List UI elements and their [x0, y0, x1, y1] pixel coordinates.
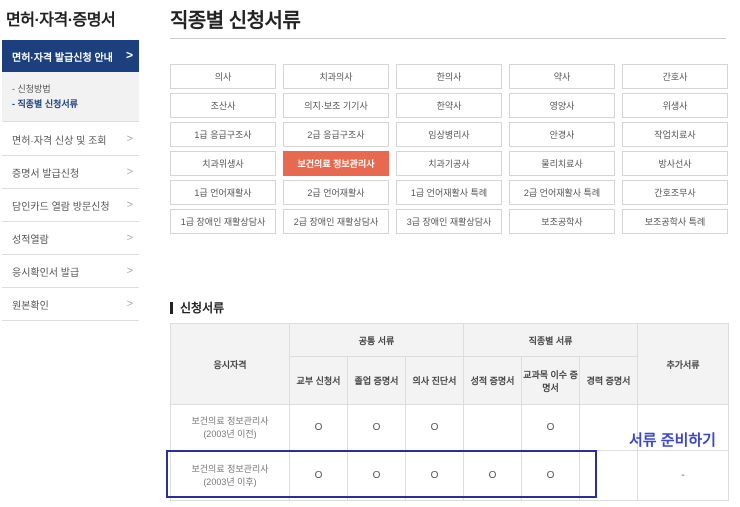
cell-mark: O	[347, 450, 406, 501]
cell-mark	[579, 450, 639, 501]
chevron-right-icon: >	[126, 133, 133, 145]
cell-mark: O	[521, 404, 581, 451]
job-button[interactable]: 1급 응급구조사	[170, 122, 276, 147]
job-button[interactable]: 간호조무사	[622, 180, 728, 205]
title-divider	[170, 38, 726, 39]
page-title: 직종별 신청서류	[170, 10, 301, 32]
job-button[interactable]: 의사	[170, 64, 276, 89]
header-graduation-cert: 졸업 증명서	[347, 356, 406, 405]
chevron-right-icon: >	[126, 298, 133, 310]
chevron-right-icon: >	[126, 232, 133, 244]
documents-table: 응시자격 공통 서류 직종별 서류 추가서류 교부 신청서 졸업 증명서 의사 …	[170, 323, 730, 501]
job-button[interactable]: 2급 언어재활사	[283, 180, 389, 205]
chevron-right-icon: >	[126, 265, 133, 277]
job-button[interactable]: 보조공학사	[509, 209, 615, 234]
job-button[interactable]: 2급 언어재활사 특례	[509, 180, 615, 205]
job-button[interactable]: 치과의사	[283, 64, 389, 89]
cell-mark: O	[347, 404, 406, 451]
job-button[interactable]: 물리치료사	[509, 151, 615, 176]
sidebar-item-label: 성적열람	[12, 234, 49, 246]
annotation-label: 서류 준비하기	[629, 432, 716, 449]
sidebar-item-label: 원본확인	[12, 300, 49, 312]
table-row: 보건의료 정보관리사 (2003년 이후) O O O O O -	[170, 450, 730, 501]
job-button[interactable]: 간호사	[622, 64, 728, 89]
sidebar-item-license-guide[interactable]: 면허·자격 발급신청 안내 >	[2, 40, 139, 72]
sidebar-item-label: 응시확인서 발급	[12, 267, 80, 279]
sidebar-item-grades[interactable]: 성적열람 >	[2, 222, 139, 255]
header-job-docs: 직종별 서류	[463, 323, 639, 357]
sidebar-item-card-visit[interactable]: 담인카드 열람 방문신청 >	[2, 189, 139, 222]
job-button[interactable]: 1급 언어재활사 특례	[396, 180, 502, 205]
submenu-item-method[interactable]: - 신청방법	[12, 82, 139, 97]
cell-mark: O	[404, 450, 465, 501]
chevron-right-icon: >	[126, 199, 133, 211]
sidebar-item-label: 면허·자격 발급신청 안내	[12, 52, 113, 64]
job-button[interactable]: 방사선사	[622, 151, 728, 176]
sidebar-item-original-check[interactable]: 원본확인 >	[2, 288, 139, 321]
sidebar-item-license-lookup[interactable]: 면허·자격 신상 및 조회 >	[2, 123, 139, 156]
row-qualification: 보건의료 정보관리사 (2003년 이전)	[170, 404, 290, 451]
job-button[interactable]: 한의사	[396, 64, 502, 89]
header-course-cert: 교과목 이수 증명서	[521, 356, 581, 405]
job-button[interactable]: 약사	[509, 64, 615, 89]
header-qualification: 응시자격	[170, 323, 290, 405]
job-button[interactable]: 3급 장애인 재활상담사	[396, 209, 502, 234]
chevron-right-icon: >	[126, 166, 133, 178]
header-grade-cert: 성적 증명서	[463, 356, 523, 405]
cell-mark: O	[463, 450, 523, 501]
job-button[interactable]: 의지·보조 기기사	[283, 93, 389, 118]
job-button[interactable]: 2급 장애인 재활상담사	[283, 209, 389, 234]
cell-extra: -	[637, 450, 730, 501]
job-button[interactable]: 작업치료사	[622, 122, 728, 147]
job-button[interactable]: 영양사	[509, 93, 615, 118]
job-button[interactable]: 1급 장애인 재활상담사	[170, 209, 276, 234]
job-button[interactable]: 보조공학사 특례	[622, 209, 728, 234]
job-button[interactable]: 2급 응급구조사	[283, 122, 389, 147]
chevron-right-icon: >	[125, 48, 133, 62]
sidebar-item-label: 면허·자격 신상 및 조회	[12, 135, 107, 147]
sidebar-item-certificate[interactable]: 증명서 발급신청 >	[2, 156, 139, 189]
job-button[interactable]: 치과위생사	[170, 151, 276, 176]
job-button[interactable]: 한약사	[396, 93, 502, 118]
job-button[interactable]: 보건의료 정보관리사	[283, 151, 389, 176]
header-extra-docs: 추가서류	[637, 323, 730, 405]
sidebar-item-label: 담인카드 열람 방문신청	[12, 201, 110, 213]
sidebar-item-label: 증명서 발급신청	[12, 168, 80, 180]
job-button[interactable]: 조산사	[170, 93, 276, 118]
cell-mark: O	[521, 450, 581, 501]
job-button[interactable]: 치과기공사	[396, 151, 502, 176]
submenu-item-documents[interactable]: - 직종별 신청서류	[12, 97, 139, 112]
cell-mark: O	[289, 404, 348, 451]
cell-mark	[463, 404, 523, 451]
sidebar-item-exam-confirm[interactable]: 응시확인서 발급 >	[2, 255, 139, 288]
row-qualification: 보건의료 정보관리사 (2003년 이후)	[170, 450, 290, 501]
job-button[interactable]: 1급 언어재활사	[170, 180, 276, 205]
sidebar-title: 면허·자격·증명서	[6, 12, 116, 29]
sidebar: 면허·자격·증명서 면허·자격 발급신청 안내 > - 신청방법 - 직종별 신…	[0, 0, 139, 507]
job-button[interactable]: 위생사	[622, 93, 728, 118]
job-button[interactable]: 임상병리사	[396, 122, 502, 147]
header-medical-cert: 의사 진단서	[404, 356, 465, 405]
sidebar-submenu: - 신청방법 - 직종별 신청서류	[2, 72, 139, 122]
cell-mark: O	[404, 404, 465, 451]
job-button[interactable]: 안경사	[509, 122, 615, 147]
section-title: 신청서류	[170, 302, 224, 314]
header-issue-form: 교부 신청서	[289, 356, 348, 405]
header-common-docs: 공통 서류	[288, 323, 465, 357]
cell-mark: O	[289, 450, 348, 501]
header-career-cert: 경력 증명서	[579, 356, 639, 405]
